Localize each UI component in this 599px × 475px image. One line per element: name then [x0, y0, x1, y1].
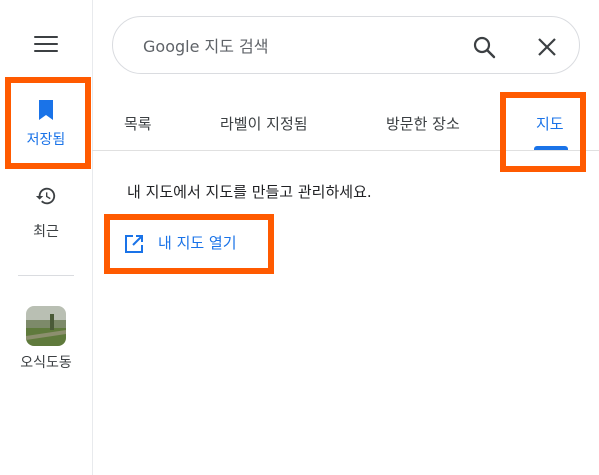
- rail-item-place-label: 오식도동: [20, 355, 72, 371]
- tab-visited-places[interactable]: 방문한 장소: [386, 113, 460, 134]
- tab-labeled[interactable]: 라벨이 지정됨: [220, 113, 308, 134]
- history-icon: [35, 187, 56, 205]
- rail-item-place[interactable]: 오식도동: [0, 306, 92, 376]
- tab-bar: 목록 라벨이 지정됨 방문한 장소 지도: [92, 92, 599, 151]
- maps-description: 내 지도에서 지도를 만들고 관리하세요.: [127, 183, 372, 201]
- rail-divider: [18, 275, 74, 276]
- bookmark-icon: [39, 100, 53, 120]
- search-icon[interactable]: [472, 35, 496, 59]
- rail-item-saved[interactable]: 저장됨: [0, 77, 92, 167]
- side-rail: 저장됨 최근 오식도동: [0, 0, 93, 475]
- open-in-new-icon: [125, 235, 143, 253]
- rail-item-saved-label: 저장됨: [26, 132, 66, 148]
- open-my-maps-label: 내 지도 열기: [158, 234, 237, 252]
- search-input[interactable]: [141, 31, 445, 61]
- tab-list[interactable]: 목록: [124, 113, 152, 134]
- search-box: [112, 16, 580, 74]
- place-thumbnail: [26, 306, 66, 346]
- menu-icon[interactable]: [34, 36, 58, 54]
- rail-item-recent-label: 최근: [33, 224, 59, 240]
- tab-maps[interactable]: 지도: [536, 113, 564, 134]
- close-icon[interactable]: [537, 37, 557, 57]
- active-tab-indicator: [534, 146, 568, 150]
- rail-item-recent[interactable]: 최근: [0, 185, 92, 245]
